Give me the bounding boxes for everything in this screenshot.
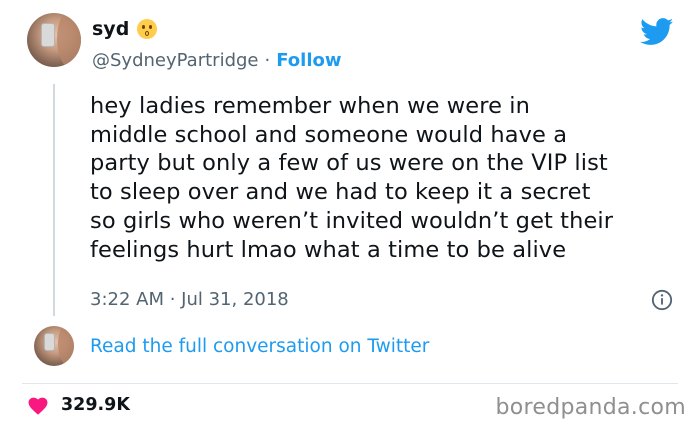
user-name-row: syd: [92, 18, 158, 40]
avatar-hair: [57, 13, 81, 67]
info-icon[interactable]: [651, 289, 673, 311]
avatar-hair: [58, 326, 74, 366]
separator-dot: ·: [264, 50, 271, 71]
heart-icon[interactable]: [27, 395, 49, 415]
tweet-timestamp[interactable]: 3:22 AM · Jul 31, 2018: [90, 289, 289, 310]
thread-line: [53, 84, 55, 316]
avatar-small[interactable]: [34, 326, 74, 366]
likes-count: 329.9K: [61, 395, 130, 415]
kissing-face-emoji-icon: [137, 19, 158, 39]
likes-row[interactable]: 329.9K: [27, 395, 130, 415]
tweet-line: feelings hurt lmao what a time to be ali…: [90, 236, 567, 263]
tweet-line: party but only a few of us were on the V…: [90, 150, 608, 177]
watermark: boredpanda.com: [495, 395, 686, 420]
user-handle-row: @SydneyPartridge · Follow: [92, 50, 342, 71]
read-conversation-link[interactable]: Read the full conversation on Twitter: [90, 336, 429, 357]
tweet-line: middle school and someone would have a: [90, 121, 568, 148]
tweet-line: hey ladies remember when we were in: [90, 93, 530, 119]
avatar-phone: [44, 333, 55, 351]
divider: [22, 383, 678, 384]
tweet-line: so girls who weren’t invited wouldn’t ge…: [90, 207, 614, 234]
avatar-phone: [41, 23, 55, 47]
display-name[interactable]: syd: [92, 18, 129, 40]
user-handle[interactable]: @SydneyPartridge: [92, 50, 259, 71]
tweet-text: hey ladies remember when we were in midd…: [90, 92, 690, 264]
twitter-bird-icon[interactable]: [640, 18, 674, 46]
follow-button[interactable]: Follow: [276, 50, 341, 71]
tweet-line: to sleep over and we had to keep it a se…: [90, 179, 591, 206]
avatar[interactable]: [27, 13, 81, 67]
